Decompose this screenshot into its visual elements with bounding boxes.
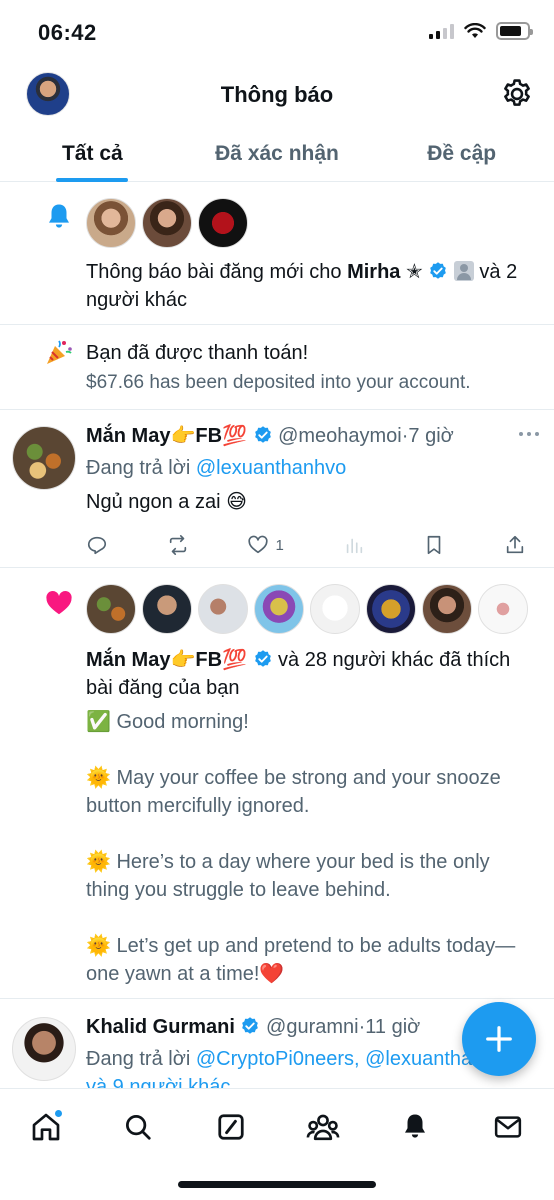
avatar[interactable] [478,584,528,634]
timestamp: 11 giờ [365,1016,421,1038]
avatar-row [86,198,536,248]
replying-prefix: Đang trả lời [86,457,196,479]
avatar[interactable] [366,584,416,634]
timestamp: 7 giờ [408,425,454,447]
views-icon [346,538,362,554]
display-name[interactable]: Khalid Gurmani [86,1016,235,1038]
display-name[interactable]: Mắn May👉FB💯 [86,425,247,447]
bottom-nav [0,1088,554,1200]
reply-button[interactable] [86,534,108,556]
tweet-actions: 1 [86,534,526,556]
wifi-icon [464,23,486,38]
reply-tweet[interactable]: Mắn May👉FB💯 @meohaymoi·7 giờ Đang trả lờ… [0,410,554,568]
tab-verified[interactable]: Đã xác nhận [185,122,370,181]
like-count: 1 [275,536,284,554]
communities-icon [306,1114,340,1141]
share-icon [506,535,524,554]
battery-icon [496,22,533,40]
avatar[interactable] [198,584,248,634]
page-title: Thông báo [220,82,334,107]
reply-icon [87,536,107,555]
nav-search[interactable] [118,1107,158,1147]
notification-text: Thông báo bài đăng mới cho [86,261,348,283]
notification-new-posts[interactable]: Thông báo bài đăng mới cho Mirha ✭ và 2 … [0,182,554,325]
retweet-icon [169,535,186,555]
avatar[interactable] [86,198,136,248]
verified-badge-icon [242,1017,259,1034]
verified-badge-icon [254,426,271,443]
retweet-button[interactable] [167,534,189,556]
post-line: ✅ Good morning! [86,711,249,733]
party-popper-icon [47,340,72,364]
bell-filled-icon [405,1114,426,1138]
gear-icon [504,79,530,106]
tweet-body: Ngủ ngon a zai 😅 [86,491,247,513]
status-time: 06:42 [38,20,97,45]
verified-badge-icon [254,650,271,667]
nav-grok[interactable] [211,1107,251,1147]
verified-badge-icon [430,262,447,279]
nav-notifications[interactable] [395,1107,435,1147]
home-indicator[interactable] [178,1181,376,1188]
plus-icon [486,1026,512,1052]
like-button[interactable]: 1 [247,534,284,556]
avatar[interactable] [142,198,192,248]
display-name[interactable]: Mắn May👉FB💯 [86,649,247,671]
replying-to-link[interactable]: @lexuanthanhvo [196,457,346,479]
user-handle[interactable]: @guramni [266,1016,359,1038]
nav-communities[interactable] [303,1107,343,1147]
post-line: 🌞 Let’s get up and pretend to be adults … [86,935,516,985]
status-bar: 06:42 [0,0,554,66]
replying-prefix: Đang trả lời [86,1048,196,1070]
user-name[interactable]: Mirha ✭ [347,261,423,283]
replying-more-link[interactable]: và 9 người khác [86,1073,536,1088]
avatar[interactable] [86,584,136,634]
heart-icon [46,591,72,615]
more-options-icon[interactable] [518,430,540,438]
mail-icon [494,1116,521,1138]
payment-title: Bạn đã được thanh toán! [86,342,309,364]
notification-likes[interactable]: Mắn May👉FB💯 và 28 người khác đã thích bà… [0,568,554,999]
settings-button[interactable] [500,77,534,111]
tab-mentions[interactable]: Đề cập [369,122,554,181]
avatar[interactable] [198,198,248,248]
default-avatar-icon [453,261,474,281]
bookmark-button[interactable] [423,534,445,556]
header: Thông báo [0,66,554,122]
search-icon [126,1115,152,1140]
compose-button[interactable] [462,1002,536,1076]
nav-home[interactable] [26,1107,66,1147]
views-button[interactable] [343,534,365,556]
notification-tabs: Tất cả Đã xác nhận Đề cập [0,122,554,182]
user-handle[interactable]: @meohaymoi [278,425,402,447]
bell-icon [49,204,69,228]
avatar[interactable] [422,584,472,634]
notification-payment[interactable]: Bạn đã được thanh toán! $67.66 has been … [0,325,554,410]
liked-post-preview: ✅ Good morning! 🌞 May your coffee be str… [86,708,536,988]
avatar[interactable] [12,426,76,490]
heart-outline-icon [248,535,268,554]
post-line: 🌞 May your coffee be strong and your sno… [86,767,501,817]
nav-messages[interactable] [488,1107,528,1147]
cellular-signal-icon [429,23,454,39]
notification-feed: Thông báo bài đăng mới cho Mirha ✭ và 2 … [0,182,554,1088]
grok-icon [218,1114,244,1140]
avatar-row [86,584,536,634]
avatar[interactable] [12,1017,76,1081]
avatar[interactable] [142,584,192,634]
share-button[interactable] [504,534,526,556]
avatar[interactable] [310,584,360,634]
payment-detail: $67.66 has been deposited into your acco… [86,372,471,393]
bookmark-icon [427,535,441,555]
status-icons [429,22,533,40]
post-line: 🌞 Here’s to a day where your bed is the … [86,851,490,901]
tab-all[interactable]: Tất cả [0,122,185,181]
avatar[interactable] [254,584,304,634]
